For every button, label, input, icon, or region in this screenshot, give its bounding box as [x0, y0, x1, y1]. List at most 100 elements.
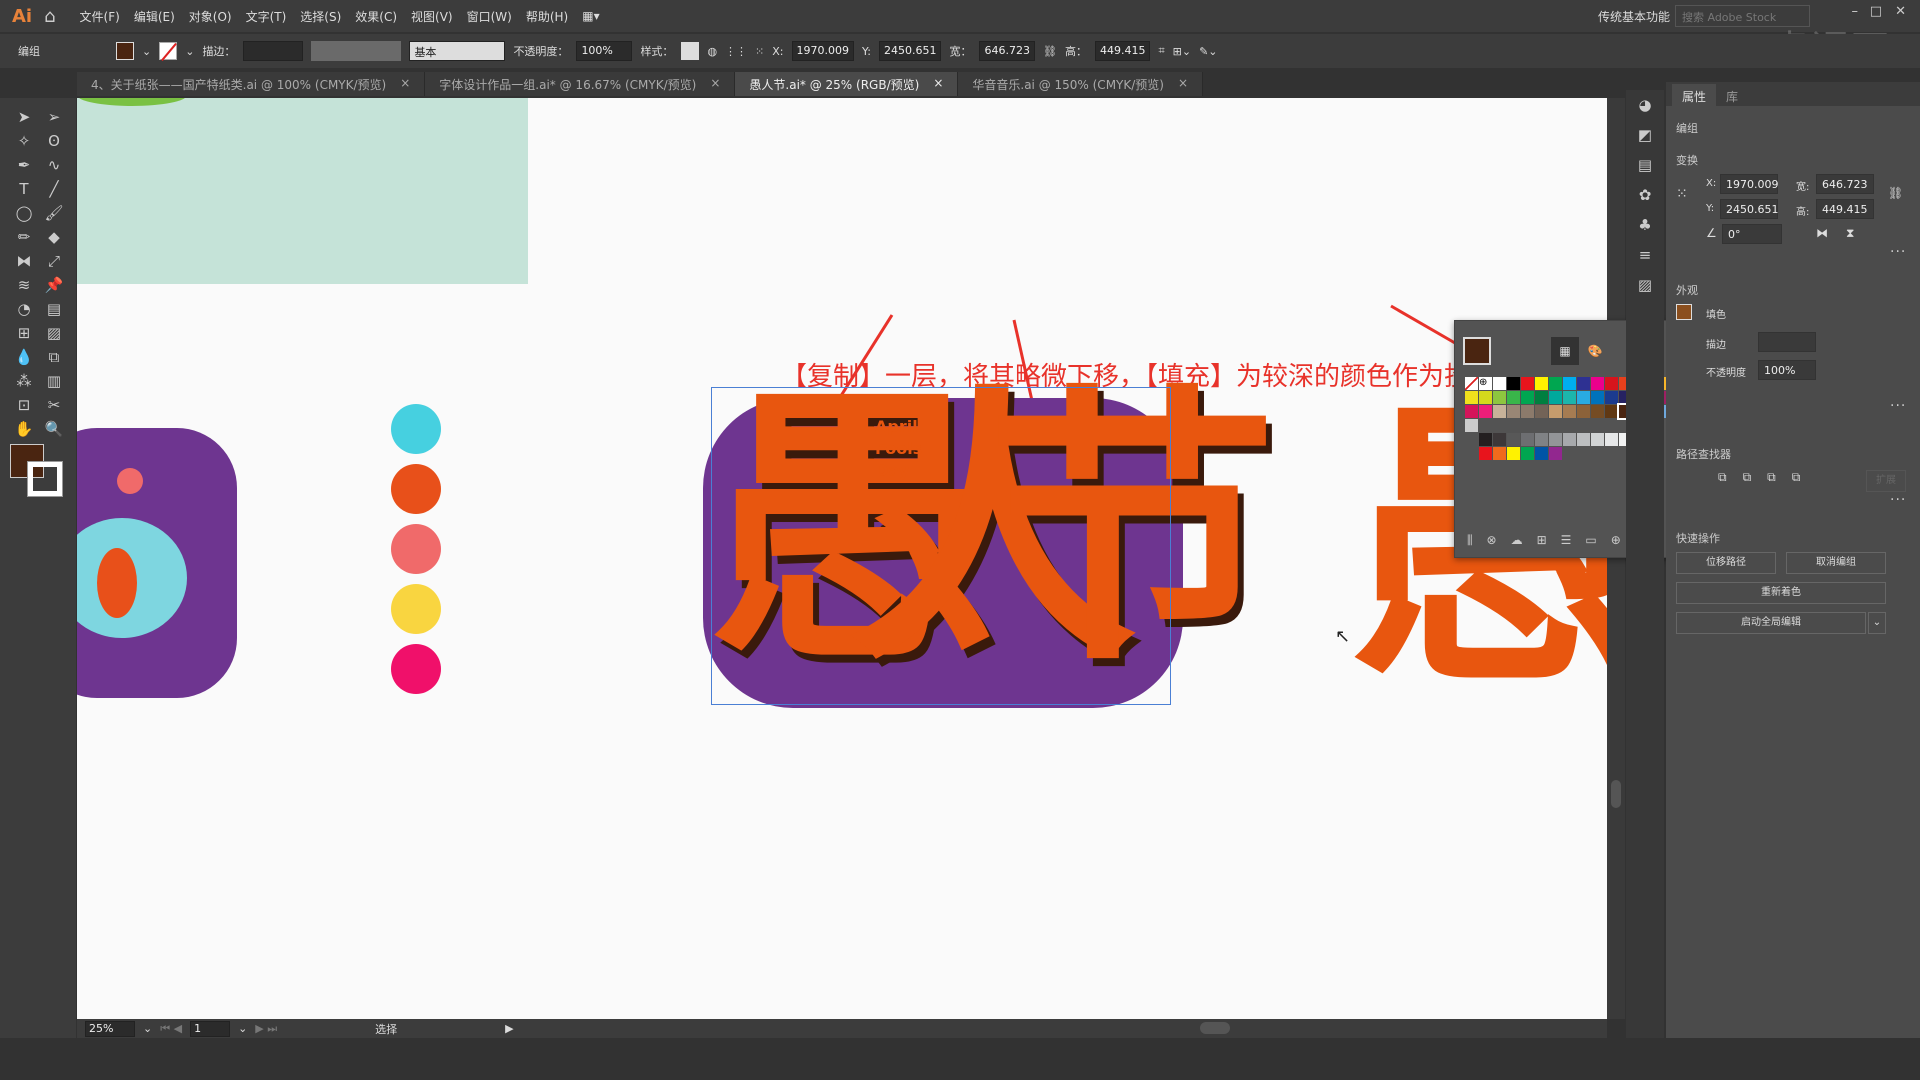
swatch[interactable] — [1479, 447, 1492, 460]
swatch[interactable] — [1535, 433, 1548, 446]
color-guide-icon[interactable]: ◩ — [1638, 126, 1652, 144]
swatch[interactable] — [1591, 433, 1604, 446]
menu-item[interactable]: 选择(S) — [300, 8, 341, 25]
stroke-weight-input[interactable] — [243, 41, 304, 61]
stroke-icon[interactable]: ≡ — [1639, 246, 1652, 264]
prop-width-input[interactable]: 646.723 — [1816, 174, 1874, 194]
close-icon[interactable]: ✕ — [1895, 4, 1906, 19]
variable-width-profile[interactable] — [311, 41, 402, 61]
perspective-icon[interactable]: ▤ — [42, 298, 66, 320]
width-input[interactable]: 646.723 — [979, 41, 1035, 61]
appearance-stroke-input[interactable] — [1758, 332, 1816, 352]
menu-item[interactable]: 文字(T) — [246, 8, 287, 25]
tab-document[interactable]: 字体设计作品一组.ai* @ 16.67% (CMYK/预览) × — [425, 72, 736, 96]
swatch[interactable] — [1465, 419, 1478, 432]
paintbrush-icon[interactable]: 🖌 — [42, 202, 66, 224]
arrange-documents-icon[interactable]: ▦▾ — [582, 9, 599, 23]
swatch[interactable] — [1507, 447, 1520, 460]
swatch[interactable] — [1605, 433, 1618, 446]
swatch[interactable] — [1493, 433, 1506, 446]
close-tab-icon[interactable]: × — [1178, 76, 1188, 92]
swatch[interactable] — [1507, 377, 1520, 390]
cc-libraries-icon[interactable]: ▤ — [1638, 156, 1652, 174]
last-artboard-icon[interactable]: ▶ ⏭ — [255, 1022, 277, 1036]
swatch[interactable] — [1591, 377, 1604, 390]
prop-height-input[interactable]: 449.415 — [1816, 199, 1874, 219]
swatch[interactable] — [1465, 391, 1478, 404]
chevron-down-icon[interactable]: ⌄ — [1868, 612, 1886, 634]
pen-icon[interactable]: ✒ — [12, 154, 36, 176]
intersect-icon[interactable]: ⧉ — [1767, 470, 1776, 485]
offset-path-button[interactable]: 位移路径 — [1676, 552, 1776, 574]
close-tab-icon[interactable]: × — [710, 76, 720, 92]
swatch[interactable] — [1465, 377, 1478, 390]
swatch[interactable] — [1521, 405, 1534, 418]
swatch-grid-view-icon[interactable]: ▦ — [1551, 337, 1579, 365]
swatch[interactable] — [1563, 377, 1576, 390]
swatch[interactable] — [1577, 433, 1590, 446]
opacity-input[interactable]: 100% — [576, 41, 633, 61]
flip-horizontal-icon[interactable]: ⧓ — [1816, 226, 1828, 240]
scale-icon[interactable]: ⤢ — [42, 250, 66, 272]
swatch[interactable] — [1563, 391, 1576, 404]
swatch[interactable] — [1521, 377, 1534, 390]
swatch[interactable] — [1563, 405, 1576, 418]
swatch[interactable] — [1549, 391, 1562, 404]
symbols-icon[interactable]: ♣ — [1638, 216, 1651, 234]
pencil-icon[interactable]: ✏ — [12, 226, 36, 248]
appearance-opacity-input[interactable]: 100% — [1758, 360, 1816, 380]
recolor-button[interactable]: 重新着色 — [1676, 582, 1886, 604]
tab-properties[interactable]: 属性 — [1672, 84, 1717, 109]
menu-item[interactable]: 帮助(H) — [526, 8, 568, 25]
home-icon[interactable]: ⌂ — [44, 6, 55, 27]
swatch[interactable] — [1605, 377, 1618, 390]
close-tab-icon[interactable]: × — [400, 76, 410, 92]
swatch[interactable] — [1577, 405, 1590, 418]
style-swatch[interactable] — [681, 42, 700, 60]
swatch[interactable] — [1549, 377, 1562, 390]
swatch[interactable] — [1535, 405, 1548, 418]
reference-point-icon[interactable]: ⁙ — [1676, 186, 1688, 202]
ellipse-icon[interactable]: ◯ — [12, 202, 36, 224]
menu-item[interactable]: 窗口(W) — [467, 8, 512, 25]
cc-library-icon[interactable]: ☁ — [1511, 533, 1523, 548]
scrollbar-thumb[interactable] — [1611, 780, 1621, 808]
horizontal-scrollbar-thumb[interactable] — [1200, 1022, 1230, 1034]
slice-icon[interactable]: ✂ — [42, 394, 66, 416]
menu-item[interactable]: 对象(O) — [189, 8, 232, 25]
link-icon[interactable]: ⛓ — [1043, 45, 1057, 58]
swatch[interactable]: ⊕ — [1479, 377, 1492, 390]
swatch[interactable] — [1591, 405, 1604, 418]
current-swatch[interactable] — [1463, 337, 1491, 365]
swatch[interactable] — [1549, 405, 1562, 418]
reflect-icon[interactable]: ⧓ — [12, 250, 36, 272]
hand-icon[interactable]: ✋ — [12, 418, 36, 440]
swatch-options-icon[interactable]: ⊞ — [1537, 533, 1547, 548]
stroke-swatch[interactable] — [159, 42, 178, 60]
chevron-down-icon[interactable]: ⌄ — [185, 45, 194, 58]
more-options-icon[interactable]: ··· — [1890, 492, 1906, 508]
gradient-icon[interactable]: ▨ — [1638, 276, 1652, 294]
prop-x-input[interactable]: 1970.009 — [1720, 174, 1779, 194]
swatch[interactable] — [1493, 391, 1506, 404]
curvature-icon[interactable]: ∿ — [42, 154, 66, 176]
maximize-icon[interactable]: □ — [1870, 4, 1882, 19]
show-kinds-icon[interactable]: ⊗ — [1487, 533, 1497, 548]
artboard-number-input[interactable]: 1 — [190, 1020, 231, 1037]
swatch[interactable] — [1521, 391, 1534, 404]
artboard-canvas[interactable]: 【复制】一层，将其略微下移，【填充】为较深的颜色作为投影 愚人节 愚人节 Apr… — [77, 98, 1607, 1019]
zoom-dropdown-icon[interactable]: ⌄ — [143, 1022, 152, 1035]
close-tab-icon[interactable]: × — [933, 76, 943, 92]
swatch[interactable] — [1577, 391, 1590, 404]
more-options-icon[interactable]: ··· — [1890, 398, 1906, 414]
artboard-icon[interactable]: ⊡ — [12, 394, 36, 416]
swatch[interactable] — [1507, 405, 1520, 418]
lasso-icon[interactable]: ʘ — [42, 130, 66, 152]
brush-select[interactable]: 基本 — [409, 41, 506, 61]
flip-vertical-icon[interactable]: ⧗ — [1846, 226, 1854, 241]
mesh-icon[interactable]: ⊞ — [12, 322, 36, 344]
align-icon[interactable]: ⋮⋮ — [725, 45, 747, 58]
tab-document[interactable]: 愚人节.ai* @ 25% (RGB/预览) × — [735, 72, 959, 96]
swatch[interactable] — [1521, 447, 1534, 460]
swatch[interactable] — [1521, 433, 1534, 446]
